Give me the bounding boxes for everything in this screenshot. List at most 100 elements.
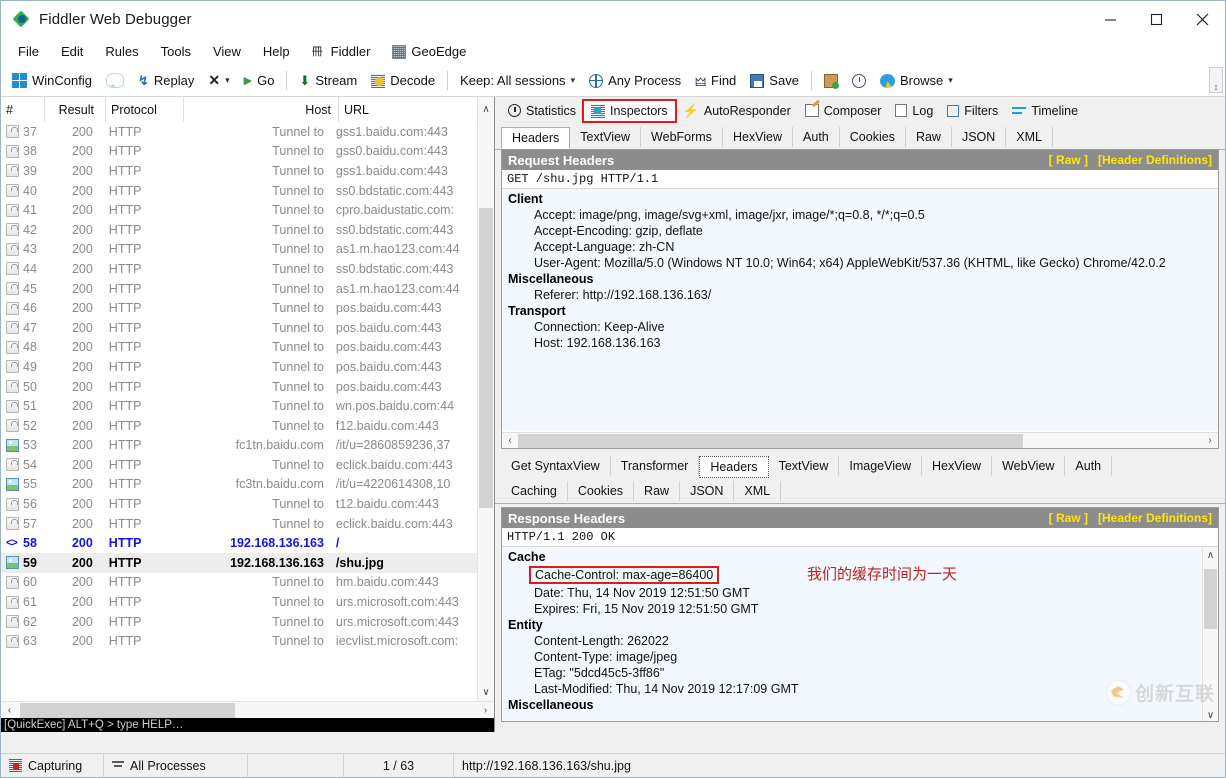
scrollbar-thumb[interactable] [20, 702, 235, 718]
stream-button[interactable]: ⬇ Stream [292, 71, 364, 91]
table-row[interactable]: 62 200 HTTP Tunnel to urs.microsoft.com:443 [1, 612, 477, 632]
header-definitions-link[interactable]: [Header Definitions] [1098, 511, 1212, 525]
response-tab-get-syntaxview[interactable]: Get SyntaxView [501, 455, 611, 476]
winconfig-button[interactable]: WinConfig [5, 71, 99, 90]
table-row[interactable]: 52 200 HTTP Tunnel to f12.baidu.com:443 [1, 416, 477, 436]
scrollbar-track[interactable] [18, 702, 477, 718]
table-row[interactable]: 37 200 HTTP Tunnel to gss1.baidu.com:443 [1, 122, 477, 142]
response-tab-caching[interactable]: Caching [501, 480, 568, 501]
response-tab-transformer[interactable]: Transformer [611, 455, 700, 476]
request-tab-webforms[interactable]: WebForms [641, 126, 723, 147]
quickexec-input[interactable]: [QuickExec] ALT+Q > type HELP… [1, 718, 494, 732]
table-row[interactable]: 49 200 HTTP Tunnel to pos.baidu.com:443 [1, 357, 477, 377]
request-tab-xml[interactable]: XML [1006, 126, 1053, 147]
table-row[interactable]: 41 200 HTTP Tunnel to cpro.baidustatic.com: [1, 200, 477, 220]
response-tab-textview[interactable]: TextView [769, 455, 840, 476]
column-header-url[interactable]: URL [339, 97, 479, 122]
header-item[interactable]: User-Agent: Mozilla/5.0 (Windows NT 10.0… [502, 255, 1218, 271]
timer-button[interactable] [845, 72, 873, 90]
scroll-left-button[interactable]: ‹ [1, 705, 18, 716]
capturing-status[interactable]: Capturing [1, 753, 104, 778]
menu-item-file[interactable]: File [7, 41, 50, 62]
tab-composer[interactable]: Composer [798, 101, 889, 121]
table-row[interactable]: 47 200 HTTP Tunnel to pos.baidu.com:443 [1, 318, 477, 338]
header-item[interactable]: Accept-Language: zh-CN [502, 239, 1218, 255]
menu-item-fiddler[interactable]: 冊 Fiddler [301, 41, 382, 62]
table-row[interactable]: 55 200 HTTP fc3tn.baidu.com/it/u=4220614308… [1, 475, 477, 495]
header-definitions-link[interactable]: [Header Definitions] [1098, 153, 1212, 167]
session-scroll-up-button[interactable]: ∧ [477, 97, 494, 122]
response-tab-xml[interactable]: XML [734, 480, 782, 501]
remove-button[interactable]: ✕ ▾ [201, 70, 236, 91]
tab-inspectors[interactable]: Inspectors [582, 98, 677, 123]
scroll-left-button[interactable]: ‹ [502, 435, 518, 446]
table-row[interactable]: 59 200 HTTP 192.168.136.163/shu.jpg [1, 553, 477, 573]
response-tab-hexview[interactable]: HexView [922, 455, 993, 476]
request-tab-json[interactable]: JSON [952, 126, 1007, 147]
session-horizontal-scrollbar[interactable]: ‹ › [1, 701, 494, 718]
column-header-number[interactable]: # [1, 97, 45, 122]
browse-button[interactable]: Browse ▾ [873, 71, 960, 90]
scroll-right-button[interactable]: › [1202, 435, 1218, 446]
tab-autoresponder[interactable]: ⚡ AutoResponder [676, 100, 798, 122]
session-vertical-scrollbar[interactable]: ∨ [477, 122, 494, 701]
tab-statistics[interactable]: Statistics [501, 101, 583, 121]
request-tab-hexview[interactable]: HexView [723, 126, 794, 147]
raw-link[interactable]: [ Raw ] [1049, 153, 1088, 167]
request-tab-headers[interactable]: Headers [501, 126, 571, 149]
table-row[interactable]: 42 200 HTTP Tunnel to ss0.bdstatic.com:443 [1, 220, 477, 240]
scrollbar-thumb[interactable] [479, 208, 493, 508]
response-tab-cookies[interactable]: Cookies [568, 480, 635, 501]
table-row[interactable]: 44 200 HTTP Tunnel to ss0.bdstatic.com:443 [1, 259, 477, 279]
response-tab-raw[interactable]: Raw [634, 480, 681, 501]
column-header-protocol[interactable]: Protocol [106, 97, 184, 122]
header-item[interactable]: Content-Length: 262022 [502, 633, 1218, 649]
response-tab-auth[interactable]: Auth [1065, 455, 1113, 476]
any-process-button[interactable]: Any Process [582, 71, 688, 90]
menu-item-help[interactable]: Help [252, 41, 301, 62]
request-tab-auth[interactable]: Auth [793, 126, 840, 147]
table-row[interactable]: 53 200 HTTP fc1tn.baidu.com/it/u=2860859236… [1, 436, 477, 456]
session-scroll-down-button[interactable]: ∨ [478, 684, 494, 701]
go-button[interactable]: ▶ Go [237, 71, 282, 90]
scrollbar-track[interactable] [518, 433, 1202, 448]
table-row[interactable]: 48 200 HTTP Tunnel to pos.baidu.com:443 [1, 338, 477, 358]
table-row[interactable]: 39 200 HTTP Tunnel to gss1.baidu.com:443 [1, 161, 477, 181]
table-row[interactable]: <> 58 200 HTTP 192.168.136.163 / [1, 533, 477, 553]
header-item[interactable]: Host: 192.168.136.163 [502, 335, 1218, 351]
decode-button[interactable]: Decode [364, 71, 442, 90]
keep-sessions-dropdown[interactable]: Keep: All sessions ▾ [453, 71, 582, 90]
process-filter-status[interactable]: All Processes [104, 753, 248, 778]
column-header-host[interactable]: Host [184, 97, 339, 122]
header-item[interactable]: Expires: Fri, 15 Nov 2019 12:51:50 GMT [502, 601, 1218, 617]
header-item[interactable]: Content-Type: image/jpeg [502, 649, 1218, 665]
table-row[interactable]: 54 200 HTTP Tunnel to eclick.baidu.com:443 [1, 455, 477, 475]
save-button[interactable]: Save [743, 71, 806, 90]
replay-button[interactable]: ↯ Replay [131, 71, 201, 91]
find-button[interactable]: 🜲 Find [688, 66, 743, 95]
menu-item-view[interactable]: View [202, 41, 252, 62]
comment-button[interactable] [99, 71, 131, 90]
request-tab-textview[interactable]: TextView [570, 126, 642, 147]
table-row[interactable]: 57 200 HTTP Tunnel to eclick.baidu.com:443 [1, 514, 477, 534]
header-item[interactable]: Date: Thu, 14 Nov 2019 12:51:50 GMT [502, 585, 1218, 601]
response-tab-webview[interactable]: WebView [992, 455, 1066, 476]
response-tab-json[interactable]: JSON [680, 480, 735, 501]
header-item[interactable]: Referer: http://192.168.136.163/ [502, 287, 1218, 303]
tab-log[interactable]: Log [888, 101, 940, 121]
header-item[interactable]: Connection: Keep-Alive [502, 319, 1218, 335]
response-tab-headers[interactable]: Headers [699, 455, 769, 478]
table-row[interactable]: 38 200 HTTP Tunnel to gss0.baidu.com:443 [1, 142, 477, 162]
scroll-down-button[interactable]: ∨ [1203, 707, 1218, 721]
table-row[interactable]: 40 200 HTTP Tunnel to ss0.bdstatic.com:443 [1, 181, 477, 201]
table-row[interactable]: 60 200 HTTP Tunnel to hm.baidu.com:443 [1, 573, 477, 593]
request-tab-raw[interactable]: Raw [906, 126, 952, 147]
table-row[interactable]: 63 200 HTTP Tunnel to iecvlist.microsoft.com… [1, 631, 477, 651]
table-row[interactable]: 43 200 HTTP Tunnel to as1.m.hao123.com:44 [1, 240, 477, 260]
scrollbar-thumb[interactable] [1204, 569, 1217, 629]
table-row[interactable]: 61 200 HTTP Tunnel to urs.microsoft.com:443 [1, 592, 477, 612]
table-row[interactable]: 50 200 HTTP Tunnel to pos.baidu.com:443 [1, 377, 477, 397]
menu-item-tools[interactable]: Tools [150, 41, 202, 62]
table-row[interactable]: 56 200 HTTP Tunnel to t12.baidu.com:443 [1, 494, 477, 514]
scroll-right-button[interactable]: › [477, 705, 494, 716]
